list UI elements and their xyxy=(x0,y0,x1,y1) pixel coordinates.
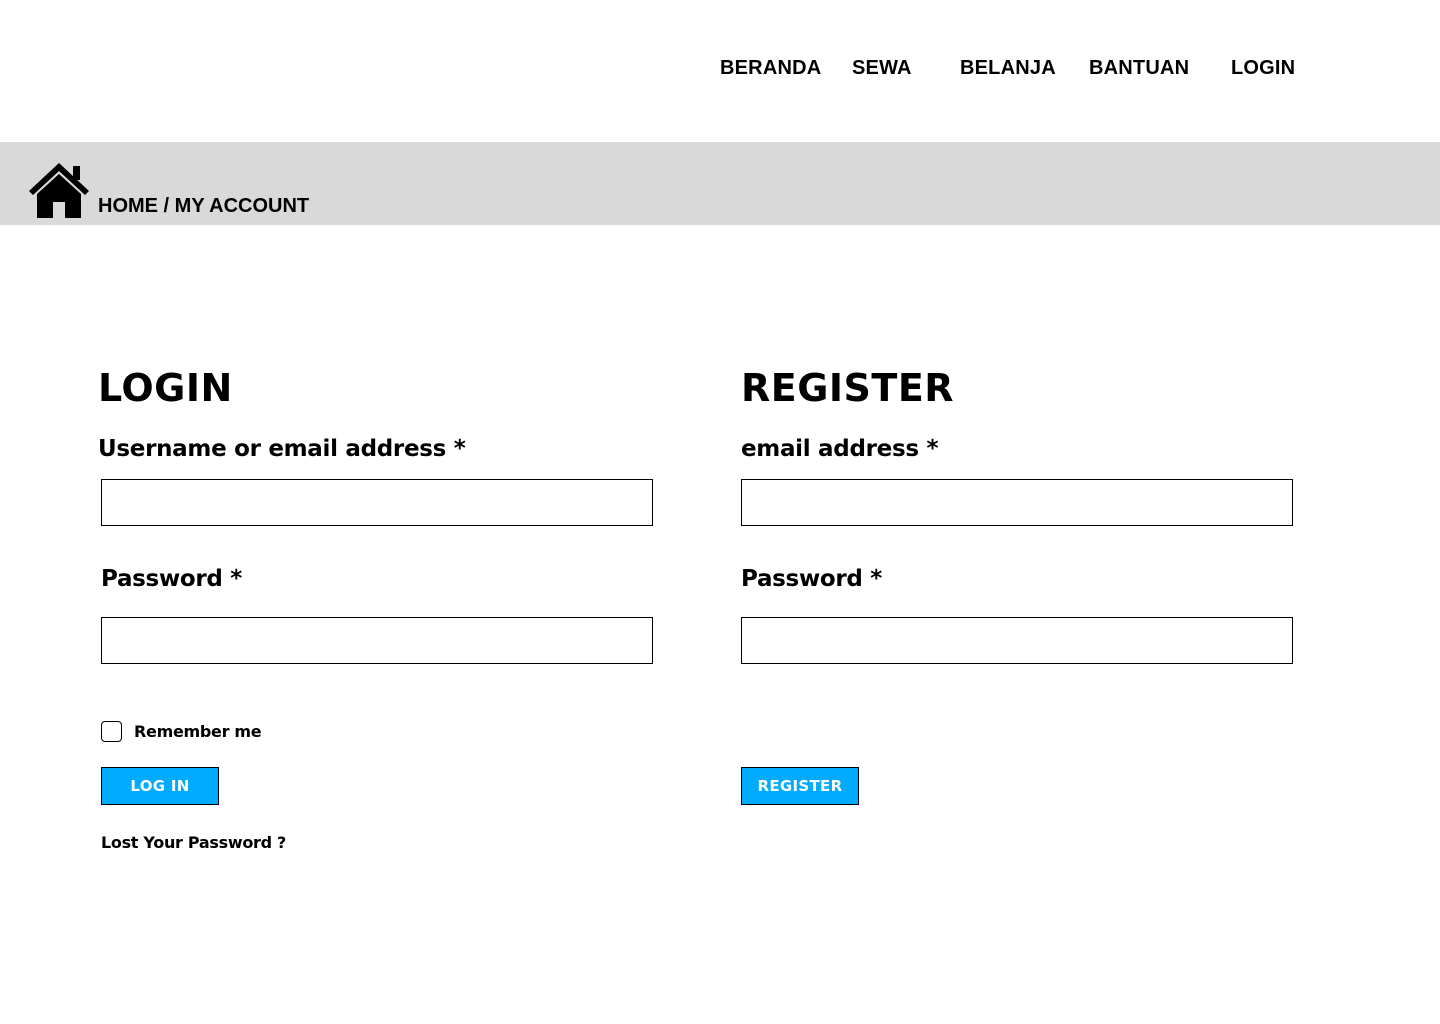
nav-item-sewa[interactable]: SEWA xyxy=(852,57,912,80)
breadcrumb-bar: HOME / MY ACCOUNT xyxy=(0,142,1440,225)
login-password-input[interactable] xyxy=(101,617,653,664)
home-icon[interactable] xyxy=(29,162,89,218)
register-title: REGISTER xyxy=(741,366,955,410)
register-button[interactable]: REGISTER xyxy=(741,767,859,805)
register-password-label: Password * xyxy=(741,566,883,592)
register-password-input[interactable] xyxy=(741,617,1293,664)
nav-item-belanja[interactable]: BELANJA xyxy=(960,57,1056,80)
nav-item-beranda[interactable]: BERANDA xyxy=(720,57,821,80)
lost-password-link[interactable]: Lost Your Password ? xyxy=(101,833,286,852)
login-title: LOGIN xyxy=(98,366,233,410)
nav-item-bantuan[interactable]: BANTUAN xyxy=(1089,57,1189,80)
username-label: Username or email address * xyxy=(98,436,466,462)
remember-me-label: Remember me xyxy=(134,722,262,741)
remember-me-checkbox[interactable] xyxy=(101,721,122,742)
log-in-button[interactable]: LOG IN xyxy=(101,767,219,805)
username-input[interactable] xyxy=(101,479,653,526)
breadcrumb-current: MY ACCOUNT xyxy=(174,195,310,217)
breadcrumb-separator: / xyxy=(158,195,175,217)
register-email-label: email address * xyxy=(741,436,939,462)
login-password-label: Password * xyxy=(101,566,243,592)
breadcrumb: HOME / MY ACCOUNT xyxy=(98,195,309,218)
register-email-input[interactable] xyxy=(741,479,1293,526)
breadcrumb-home-link[interactable]: HOME xyxy=(98,195,158,217)
nav-item-login[interactable]: LOGIN xyxy=(1231,57,1295,80)
top-navigation: BERANDA SEWA BELANJA BANTUAN LOGIN xyxy=(0,0,1440,142)
